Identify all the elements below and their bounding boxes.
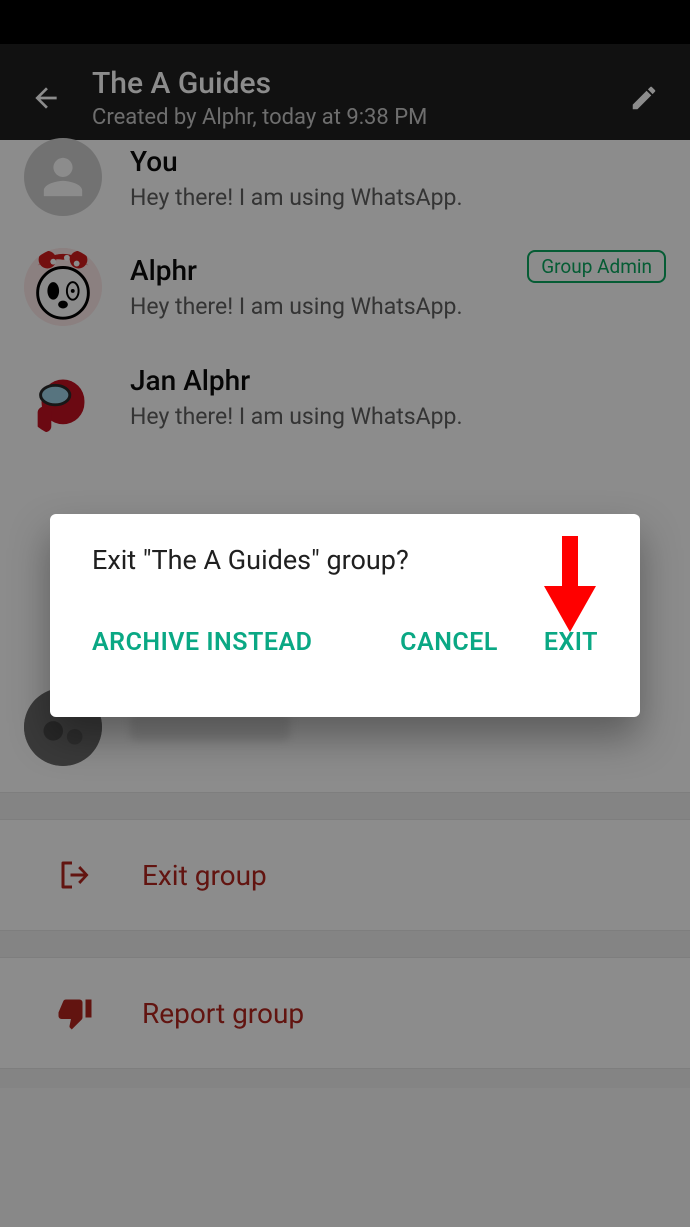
cancel-button[interactable]: CANCEL [400, 628, 498, 657]
annotation-arrow [540, 536, 600, 636]
dialog-title: Exit "The A Guides" group? [92, 544, 598, 576]
archive-instead-button[interactable]: ARCHIVE INSTEAD [92, 628, 312, 657]
